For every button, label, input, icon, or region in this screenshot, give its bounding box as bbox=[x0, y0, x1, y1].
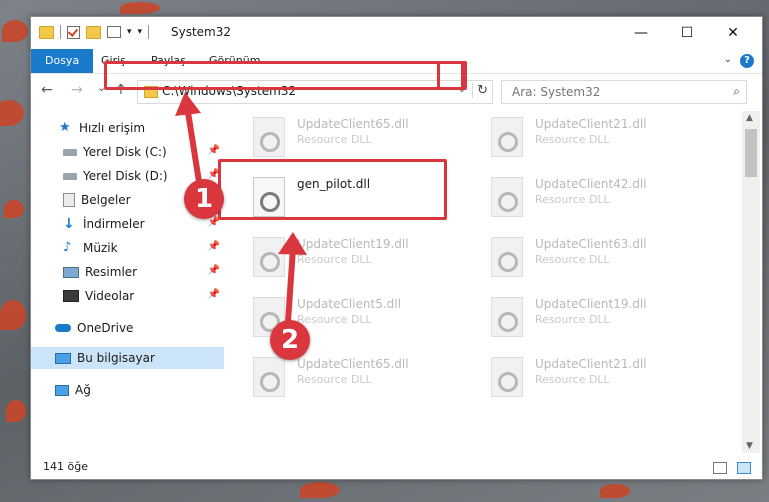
search-icon[interactable]: ⌕ bbox=[733, 84, 740, 99]
forward-button[interactable]: → bbox=[71, 82, 83, 98]
file-item[interactable]: UpdateClient21.dll Resource DLL bbox=[465, 351, 695, 407]
file-item[interactable]: UpdateClient65.dll Resource DLL bbox=[227, 351, 457, 407]
quick-access-dropdown-icon[interactable]: ▾ bbox=[127, 27, 132, 37]
refresh-highlight bbox=[437, 61, 467, 90]
pin-icon[interactable]: 📌 bbox=[208, 145, 220, 156]
scroll-up-icon[interactable]: ▲ bbox=[746, 113, 753, 123]
drive-icon bbox=[63, 148, 77, 156]
navigation-pane: ★ Hızlı erişim Yerel Disk (C:) 📌 Yerel D… bbox=[31, 111, 226, 451]
maximize-button[interactable]: ☐ bbox=[664, 17, 710, 49]
dll-file-icon bbox=[491, 357, 523, 397]
file-highlight bbox=[218, 159, 447, 220]
dll-file-icon bbox=[253, 237, 285, 277]
sidebar-item-onedrive[interactable]: OneDrive bbox=[31, 317, 224, 339]
step-2-badge: 2 bbox=[270, 320, 310, 360]
search-input[interactable] bbox=[510, 84, 714, 100]
step-1-badge: 1 bbox=[184, 179, 224, 219]
window-title: System32 bbox=[171, 25, 232, 39]
help-icon[interactable]: ? bbox=[740, 54, 754, 68]
folder-icon bbox=[39, 25, 54, 39]
file-item[interactable]: UpdateClient5.dll Resource DLL bbox=[227, 291, 457, 347]
title-bar: ▾ ▾ System32 — ☐ ✕ bbox=[31, 17, 762, 49]
pictures-icon bbox=[63, 266, 79, 278]
dll-file-icon bbox=[491, 117, 523, 157]
file-item[interactable]: UpdateClient63.dll Resource DLL bbox=[465, 231, 695, 287]
minimize-button[interactable]: — bbox=[618, 17, 664, 49]
file-item[interactable]: UpdateClient42.dll Resource DLL bbox=[465, 171, 695, 227]
dll-file-icon bbox=[491, 237, 523, 277]
dll-file-icon bbox=[491, 177, 523, 217]
scroll-thumb[interactable] bbox=[745, 129, 757, 177]
music-icon: ♪ bbox=[63, 240, 72, 255]
file-item[interactable]: UpdateClient19.dll Resource DLL bbox=[465, 291, 695, 347]
close-button[interactable]: ✕ bbox=[710, 17, 756, 49]
sidebar-item-network[interactable]: Ağ bbox=[31, 379, 224, 401]
back-button[interactable]: ← bbox=[41, 82, 53, 98]
qat-chevron-icon[interactable]: ▾ bbox=[138, 27, 143, 37]
sidebar-item-disk-c[interactable]: Yerel Disk (C:) 📌 bbox=[31, 141, 224, 163]
tiles-view-icon[interactable] bbox=[737, 462, 751, 474]
item-count: 141 öğe bbox=[43, 460, 88, 473]
address-highlight bbox=[104, 61, 464, 90]
tab-dosya[interactable]: Dosya bbox=[31, 49, 94, 73]
documents-icon bbox=[63, 193, 75, 207]
sidebar-item-videos[interactable]: Videolar 📌 bbox=[31, 285, 224, 307]
sidebar-item-music[interactable]: ♪ Müzik 📌 bbox=[31, 237, 224, 259]
drive-icon bbox=[63, 172, 77, 180]
file-item[interactable]: UpdateClient21.dll Resource DLL bbox=[465, 111, 695, 167]
sidebar-item-pictures[interactable]: Resimler 📌 bbox=[31, 261, 224, 283]
scroll-down-icon[interactable]: ▼ bbox=[746, 441, 753, 451]
expand-ribbon-icon[interactable]: ⌄ bbox=[724, 54, 732, 65]
star-icon: ★ bbox=[59, 120, 71, 135]
computer-icon bbox=[55, 352, 71, 364]
download-icon: ↓ bbox=[63, 216, 75, 232]
status-bar: 141 öğe bbox=[31, 457, 762, 479]
dll-file-icon bbox=[491, 297, 523, 337]
cloud-icon bbox=[55, 324, 71, 332]
customize-icon[interactable] bbox=[107, 26, 121, 38]
details-view-icon[interactable] bbox=[713, 462, 727, 474]
file-item[interactable]: UpdateClient19.dll Resource DLL bbox=[227, 231, 457, 287]
new-folder-icon[interactable] bbox=[86, 25, 101, 39]
pin-icon[interactable]: 📌 bbox=[208, 241, 220, 252]
video-icon bbox=[63, 290, 79, 302]
search-box[interactable]: ⌕ bbox=[501, 80, 747, 104]
network-icon bbox=[55, 384, 69, 396]
properties-check-icon[interactable] bbox=[67, 25, 80, 39]
dll-file-icon bbox=[253, 117, 285, 157]
pin-icon[interactable]: 📌 bbox=[208, 265, 220, 276]
vertical-scrollbar[interactable]: ▲ ▼ bbox=[742, 111, 760, 453]
refresh-icon[interactable]: ↻ bbox=[472, 83, 488, 98]
dll-file-icon bbox=[253, 357, 285, 397]
sidebar-item-quick-access[interactable]: ★ Hızlı erişim bbox=[31, 117, 252, 139]
pin-icon[interactable]: 📌 bbox=[208, 289, 220, 300]
sidebar-item-this-pc[interactable]: Bu bilgisayar bbox=[31, 347, 224, 369]
